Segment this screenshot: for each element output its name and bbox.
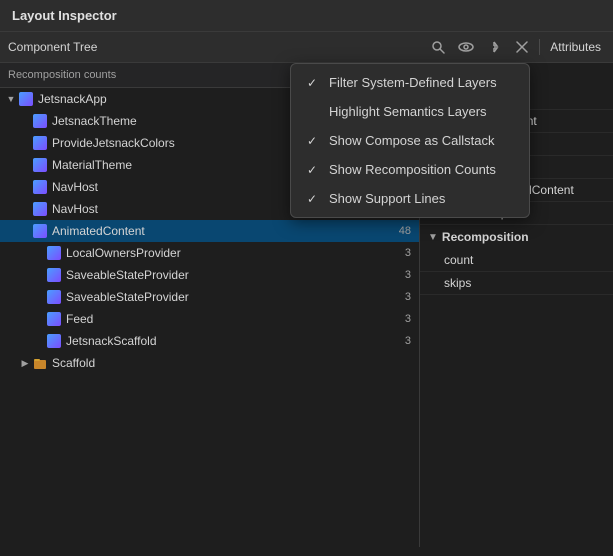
checkmark-icon: ✓ (307, 134, 323, 148)
tree-item[interactable]: Feed 3 (0, 308, 419, 330)
menu-label: Show Recomposition Counts (329, 162, 496, 177)
compose-icon (46, 333, 62, 349)
compose-icon (46, 289, 62, 305)
compose-icon (32, 135, 48, 151)
tree-item[interactable]: LocalOwnersProvider 3 (0, 242, 419, 264)
compose-icon (18, 91, 34, 107)
menu-label: Show Compose as Callstack (329, 133, 494, 148)
menu-item-highlight-semantics[interactable]: Highlight Semantics Layers (291, 97, 529, 126)
checkmark-icon: ✓ (307, 163, 323, 177)
compose-icon (46, 245, 62, 261)
dropdown-menu: ✓ Filter System-Defined Layers Highlight… (290, 63, 530, 218)
search-icon[interactable] (427, 36, 449, 58)
menu-item-show-recomposition[interactable]: ✓ Show Recomposition Counts (291, 155, 529, 184)
sort-icon[interactable] (483, 36, 505, 58)
tree-item-animated-content[interactable]: AnimatedContent 48 (0, 220, 419, 242)
compose-icon (46, 311, 62, 327)
item-label: SaveableStateProvider (66, 268, 391, 282)
menu-item-show-support[interactable]: ✓ Show Support Lines (291, 184, 529, 213)
count-badge: 48 (391, 225, 411, 237)
compose-icon (32, 157, 48, 173)
tree-item-scaffold[interactable]: ▶ Scaffold (0, 352, 419, 374)
count-badge: 3 (391, 269, 411, 281)
item-label: LocalOwnersProvider (66, 246, 391, 260)
title-label: Layout Inspector (12, 8, 117, 23)
compose-icon (32, 201, 48, 217)
menu-item-show-compose[interactable]: ✓ Show Compose as Callstack (291, 126, 529, 155)
item-label: Feed (66, 312, 391, 326)
eye-icon[interactable] (455, 36, 477, 58)
folder-icon (32, 355, 48, 371)
item-label: JetsnackScaffold (66, 334, 391, 348)
compose-icon (32, 113, 48, 129)
recomposition-section-label: Recomposition (442, 230, 529, 244)
tree-item[interactable]: JetsnackScaffold 3 (0, 330, 419, 352)
toolbar-divider (539, 39, 540, 55)
compose-icon (46, 267, 62, 283)
expand-arrow: ▼ (4, 94, 18, 104)
checkmark-icon: ✓ (307, 192, 323, 206)
compose-icon (32, 223, 48, 239)
expand-arrow: ▶ (18, 358, 32, 369)
recomposition-section-header[interactable]: ▼ Recomposition (420, 225, 613, 249)
tree-item[interactable]: SaveableStateProvider 3 (0, 286, 419, 308)
count-badge: 3 (391, 335, 411, 347)
recomposition-label: Recomposition counts (8, 69, 116, 81)
param-count: count (420, 249, 613, 272)
count-badge: 3 (391, 313, 411, 325)
section-arrow: ▼ (428, 232, 438, 243)
attributes-label: Attributes (546, 40, 605, 54)
menu-item-filter-system[interactable]: ✓ Filter System-Defined Layers (291, 68, 529, 97)
item-label: AnimatedContent (52, 224, 391, 238)
toolbar-icons: Attributes (427, 36, 605, 58)
toolbar: Component Tree (0, 32, 613, 63)
close-icon[interactable] (511, 36, 533, 58)
main-layout: Recomposition counts Rese... ▼ JetsnackA… (0, 63, 613, 547)
title-bar: Layout Inspector (0, 0, 613, 32)
menu-label: Filter System-Defined Layers (329, 75, 497, 90)
tree-label: Component Tree (8, 40, 419, 54)
param-skips: skips (420, 272, 613, 295)
compose-icon (32, 179, 48, 195)
tree-item[interactable]: SaveableStateProvider 3 (0, 264, 419, 286)
menu-label: Highlight Semantics Layers (329, 104, 487, 119)
count-badge: 3 (391, 291, 411, 303)
item-label: SaveableStateProvider (66, 290, 391, 304)
item-label: Scaffold (52, 356, 391, 370)
checkmark-icon: ✓ (307, 76, 323, 90)
menu-label: Show Support Lines (329, 191, 445, 206)
count-badge: 3 (391, 247, 411, 259)
